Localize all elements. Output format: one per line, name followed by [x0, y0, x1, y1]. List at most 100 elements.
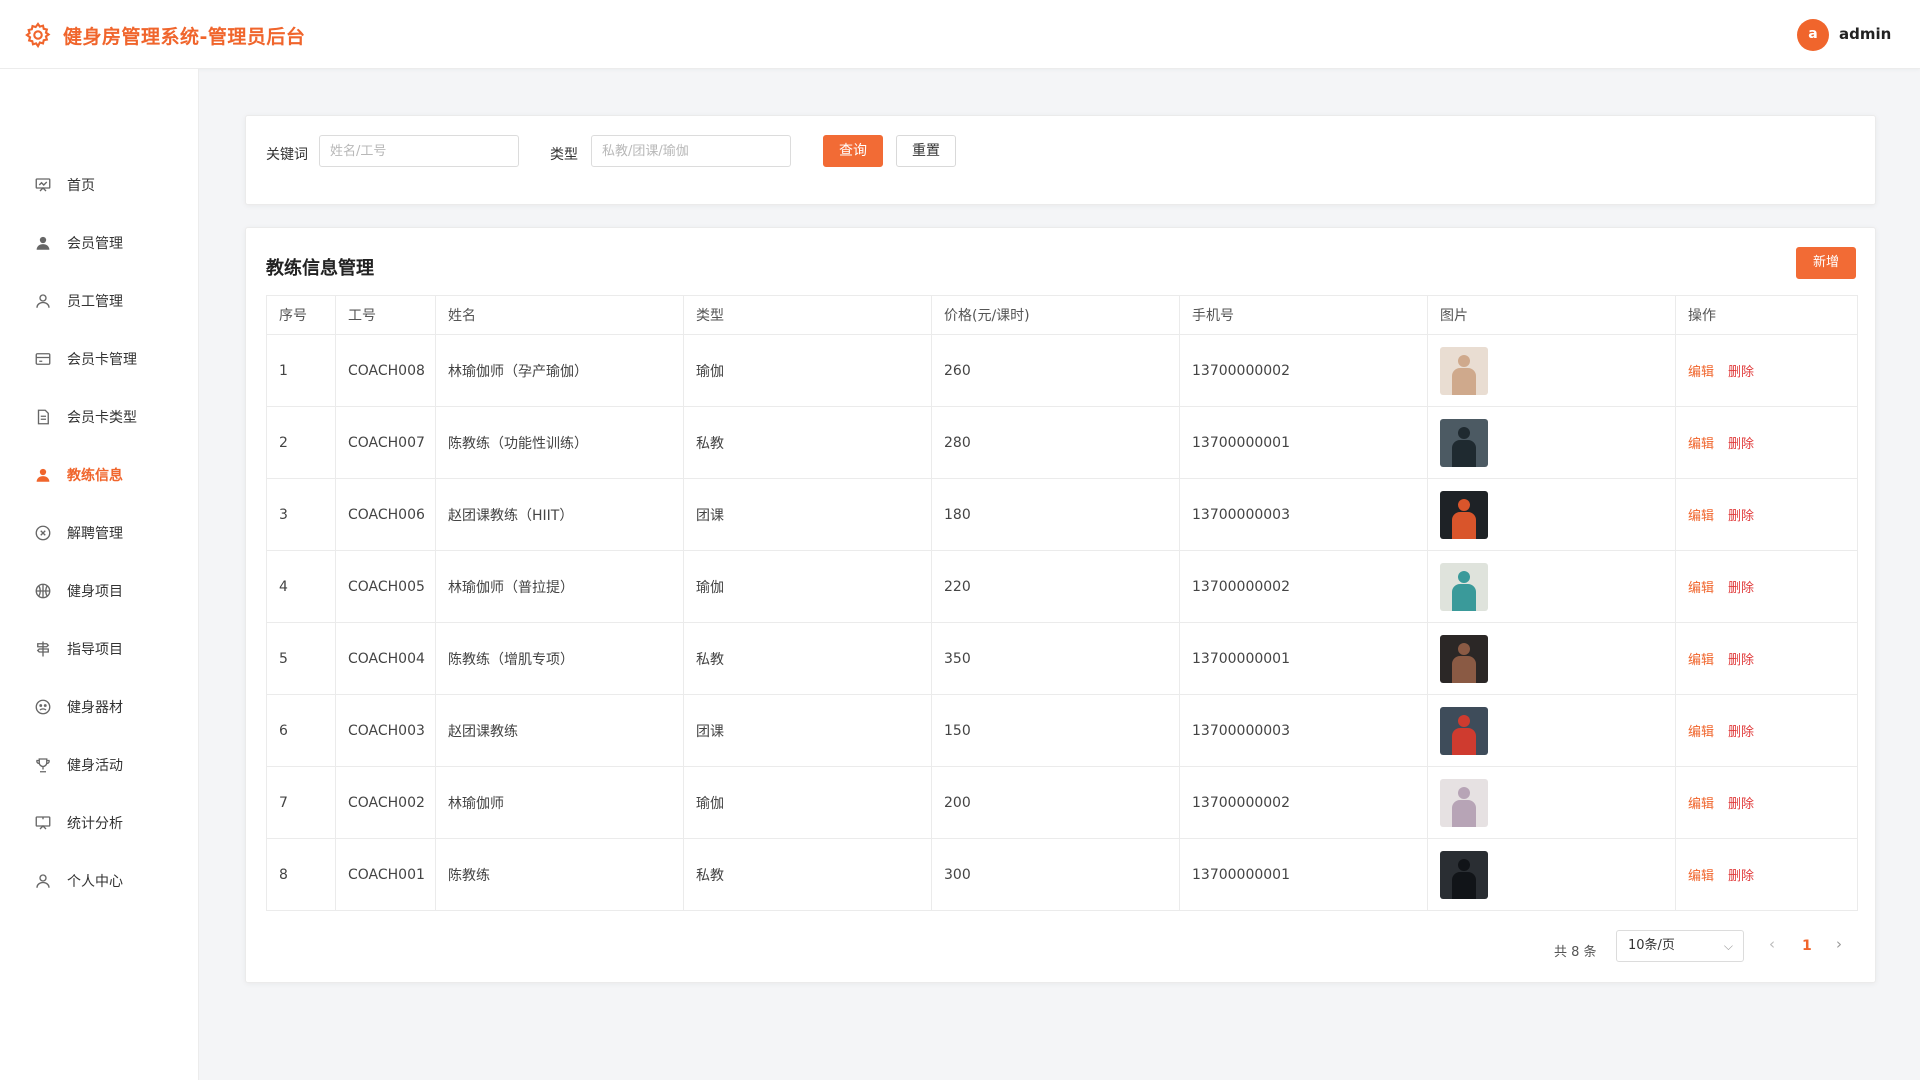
keyword-label: 关键词: [266, 147, 308, 163]
table-row: 4 COACH005 林瑜伽师（普拉提） 瑜伽 220 13700000002 编辑 删除: [266, 550, 1858, 623]
sidebar: 首页会员管理员工管理会员卡管理会员卡类型教练信息解聘管理健身项目指导项目健身器材…: [0, 69, 199, 1080]
username[interactable]: admin: [1839, 25, 1891, 43]
add-button[interactable]: 新增: [1796, 247, 1856, 279]
table-row: 6 COACH003 赵团课教练 团课 150 13700000003 编辑 删除: [266, 694, 1858, 767]
coach-type: 团课: [683, 694, 932, 767]
sidebar-item[interactable]: 教练信息: [0, 453, 199, 497]
sidebar-item[interactable]: 健身项目: [0, 569, 199, 613]
coach-price: 350: [931, 622, 1180, 695]
keyword-input[interactable]: [319, 135, 519, 167]
column-header: 操作: [1675, 295, 1858, 335]
edit-link[interactable]: 编辑: [1688, 365, 1714, 380]
sidebar-item[interactable]: 个人中心: [0, 859, 199, 903]
search-panel: 关键词 类型 查询 重置: [245, 115, 1876, 205]
actions-cell: 编辑 删除: [1675, 550, 1858, 623]
edit-link[interactable]: 编辑: [1688, 869, 1714, 884]
page-number-current[interactable]: 1: [1802, 938, 1812, 954]
edit-link[interactable]: 编辑: [1688, 653, 1714, 668]
coach-type: 私教: [683, 838, 932, 911]
sidebar-item[interactable]: 统计分析: [0, 801, 199, 845]
coach-photo[interactable]: [1440, 850, 1488, 899]
next-page-icon[interactable]: ›: [1836, 935, 1842, 953]
sidebar-item-label: 健身器材: [67, 700, 123, 716]
delete-link[interactable]: 删除: [1728, 653, 1754, 668]
table-row: 1 COACH008 林瑜伽师（孕产瑜伽） 瑜伽 260 13700000002 编辑 删除: [266, 334, 1858, 407]
sidebar-item[interactable]: 解聘管理: [0, 511, 199, 555]
gear-logo-icon: [25, 22, 51, 49]
avatar[interactable]: a: [1797, 19, 1829, 51]
coach-photo[interactable]: [1440, 490, 1488, 539]
user-filled-icon: [34, 234, 52, 252]
edit-link[interactable]: 编辑: [1688, 725, 1714, 740]
sidebar-item[interactable]: 员工管理: [0, 279, 199, 323]
delete-link[interactable]: 删除: [1728, 797, 1754, 812]
table-row: 8 COACH001 陈教练 私教 300 13700000001 编辑 删除: [266, 838, 1858, 911]
coach-phone: 13700000002: [1179, 334, 1428, 407]
page-size-select[interactable]: 10条/页 ⌵: [1616, 930, 1744, 962]
sidebar-item[interactable]: 会员卡管理: [0, 337, 199, 381]
sidebar-item-label: 解聘管理: [67, 526, 123, 542]
edit-link[interactable]: 编辑: [1688, 509, 1714, 524]
sidebar-item-label: 指导项目: [67, 642, 123, 658]
sidebar-item[interactable]: 健身器材: [0, 685, 199, 729]
sidebar-item[interactable]: 会员卡类型: [0, 395, 199, 439]
coach-phone: 13700000003: [1179, 478, 1428, 551]
card-icon: [34, 350, 52, 368]
delete-link[interactable]: 删除: [1728, 581, 1754, 596]
delete-link[interactable]: 删除: [1728, 869, 1754, 884]
coach-photo[interactable]: [1440, 346, 1488, 395]
dashboard-icon: [34, 176, 52, 194]
profile-icon: [34, 872, 52, 890]
delete-link[interactable]: 删除: [1728, 509, 1754, 524]
edit-link[interactable]: 编辑: [1688, 437, 1714, 452]
type-label: 类型: [550, 147, 578, 163]
sidebar-item-label: 会员管理: [67, 236, 123, 252]
column-header: 类型: [683, 295, 932, 335]
app-title: 健身房管理系统-管理员后台: [63, 26, 306, 48]
coach-name: 陈教练: [435, 838, 684, 911]
sidebar-item[interactable]: 首页: [0, 163, 199, 207]
edit-link[interactable]: 编辑: [1688, 581, 1714, 596]
sidebar-item[interactable]: 指导项目: [0, 627, 199, 671]
coach-photo[interactable]: [1440, 706, 1488, 755]
circle-close-icon: [34, 524, 52, 542]
delete-link[interactable]: 删除: [1728, 725, 1754, 740]
signpost-icon: [34, 640, 52, 658]
coach-price: 200: [931, 766, 1180, 839]
trophy-icon: [34, 756, 52, 774]
coach-price: 180: [931, 478, 1180, 551]
row-index: 2: [266, 406, 336, 479]
actions-cell: 编辑 删除: [1675, 334, 1858, 407]
column-header: 价格(元/课时): [931, 295, 1180, 335]
type-input[interactable]: [591, 135, 791, 167]
prev-page-icon[interactable]: ‹: [1769, 935, 1775, 953]
delete-link[interactable]: 删除: [1728, 365, 1754, 380]
photo-cell: [1427, 478, 1676, 551]
coach-photo[interactable]: [1440, 562, 1488, 611]
coach-code: COACH007: [335, 406, 436, 479]
edit-link[interactable]: 编辑: [1688, 797, 1714, 812]
pager-total: 共 8 条: [1554, 945, 1597, 960]
coach-photo[interactable]: [1440, 418, 1488, 467]
coach-type: 私教: [683, 406, 932, 479]
column-header: 工号: [335, 295, 436, 335]
sidebar-item[interactable]: 会员管理: [0, 221, 199, 265]
coach-name: 陈教练（增肌专项）: [435, 622, 684, 695]
query-button[interactable]: 查询: [823, 135, 883, 167]
user-icon: [34, 292, 52, 310]
coach-type: 瑜伽: [683, 334, 932, 407]
coach-table: 序号 工号 姓名 类型 价格(元/课时) 手机号 图片 操作 1 COACH008 林瑜伽师（孕产…: [266, 295, 1858, 911]
coach-name: 林瑜伽师（普拉提）: [435, 550, 684, 623]
coach-photo[interactable]: [1440, 634, 1488, 683]
coach-name: 林瑜伽师: [435, 766, 684, 839]
delete-link[interactable]: 删除: [1728, 437, 1754, 452]
coach-photo[interactable]: [1440, 778, 1488, 827]
row-index: 8: [266, 838, 336, 911]
coach-name: 陈教练（功能性训练）: [435, 406, 684, 479]
sidebar-item[interactable]: 健身活动: [0, 743, 199, 787]
coach-name: 赵团课教练: [435, 694, 684, 767]
reset-button[interactable]: 重置: [896, 135, 956, 167]
coach-phone: 13700000003: [1179, 694, 1428, 767]
actions-cell: 编辑 删除: [1675, 838, 1858, 911]
coach-code: COACH008: [335, 334, 436, 407]
